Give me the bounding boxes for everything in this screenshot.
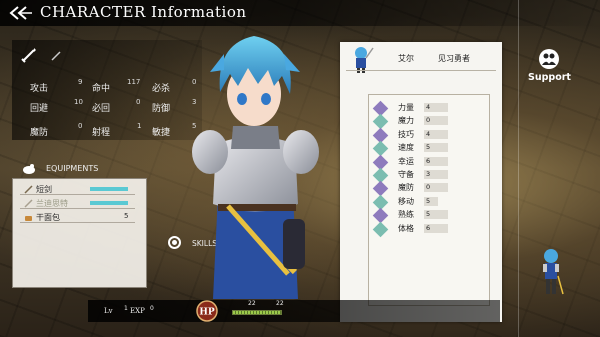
attribute-value: 4 xyxy=(424,103,448,112)
bag-icon xyxy=(23,164,35,174)
stat-crit-avoid-value: 0 xyxy=(136,98,141,106)
stat-range-value: 1 xyxy=(137,122,142,130)
durability-bar xyxy=(90,201,128,205)
stat-attack: 攻击 xyxy=(30,84,49,94)
character-name: 艾尔 xyxy=(398,54,414,63)
stat-agility: 敏捷 xyxy=(152,128,171,138)
attribute-label: 幸运 xyxy=(398,157,414,166)
equipment-item[interactable]: 干面包 5 xyxy=(20,212,135,223)
sword-icon xyxy=(24,185,33,194)
stat-resistance: 魔防 xyxy=(30,128,49,138)
small-sword-icon xyxy=(51,51,61,61)
divider xyxy=(518,0,519,337)
stat-avoid-value: 10 xyxy=(74,98,83,106)
hp-badge-icon: HP xyxy=(196,300,218,322)
exp-label: EXP xyxy=(130,307,145,315)
double-chevron-left-icon[interactable] xyxy=(8,5,32,21)
attribute-value: 6 xyxy=(424,157,448,166)
attribute-value: 0 xyxy=(424,183,448,192)
bread-icon xyxy=(25,216,32,221)
attribute-label: 技巧 xyxy=(398,130,414,139)
attribute-value: 3 xyxy=(424,170,448,179)
stat-avoid: 回避 xyxy=(30,104,49,114)
equipment-item[interactable]: 短剑 xyxy=(20,184,135,195)
stat-hit-value: 117 xyxy=(127,78,141,86)
attribute-value: 0 xyxy=(424,116,448,125)
exp-value: 0 xyxy=(150,305,154,312)
character-portrait xyxy=(192,36,319,299)
hp-current: 22 xyxy=(248,300,256,307)
level-label: Lv xyxy=(104,307,113,315)
attribute-label: 力量 xyxy=(398,103,414,112)
support-button[interactable]: Support xyxy=(528,72,571,83)
attribute-value: 4 xyxy=(424,130,448,139)
attribute-label: 魔力 xyxy=(398,116,414,125)
attribute-label: 熟练 xyxy=(398,210,414,219)
attribute-label: 魔防 xyxy=(398,183,414,192)
character-map-sprite xyxy=(543,249,564,295)
hp-max: 22 xyxy=(276,300,284,307)
attribute-label: 守备 xyxy=(398,170,414,179)
attribute-label: 速度 xyxy=(398,143,414,152)
target-icon xyxy=(168,236,181,249)
stat-resistance-value: 0 xyxy=(78,122,83,130)
sword-icon xyxy=(21,48,36,63)
stat-attack-value: 9 xyxy=(78,78,83,86)
attribute-label: 体格 xyxy=(398,224,414,233)
attribute-value: 6 xyxy=(424,224,448,233)
character-class: 见习勇者 xyxy=(438,54,470,63)
support-icon[interactable] xyxy=(538,48,560,70)
hp-bar-fill xyxy=(233,311,281,314)
equipment-item[interactable]: 兰迪思特 xyxy=(20,198,135,209)
attribute-value: 5 xyxy=(424,143,448,152)
sword-icon xyxy=(24,199,33,208)
hp-bar xyxy=(232,310,282,315)
attribute-label: 移动 xyxy=(398,197,414,206)
stat-hit: 命中 xyxy=(92,84,111,94)
attribute-value: 5 xyxy=(424,197,438,206)
hp-label: HP xyxy=(199,308,215,318)
stat-range: 射程 xyxy=(92,128,111,138)
attribute-value: 5 xyxy=(424,210,448,219)
level-value: 1 xyxy=(124,305,128,312)
stat-defense: 防御 xyxy=(152,104,171,114)
durability-bar xyxy=(90,187,128,191)
character-info-panel: 艾尔 见习勇者 xyxy=(340,42,502,322)
divider xyxy=(346,70,496,71)
stat-crit: 必杀 xyxy=(152,84,171,94)
stat-crit-avoid: 必回 xyxy=(92,104,111,114)
